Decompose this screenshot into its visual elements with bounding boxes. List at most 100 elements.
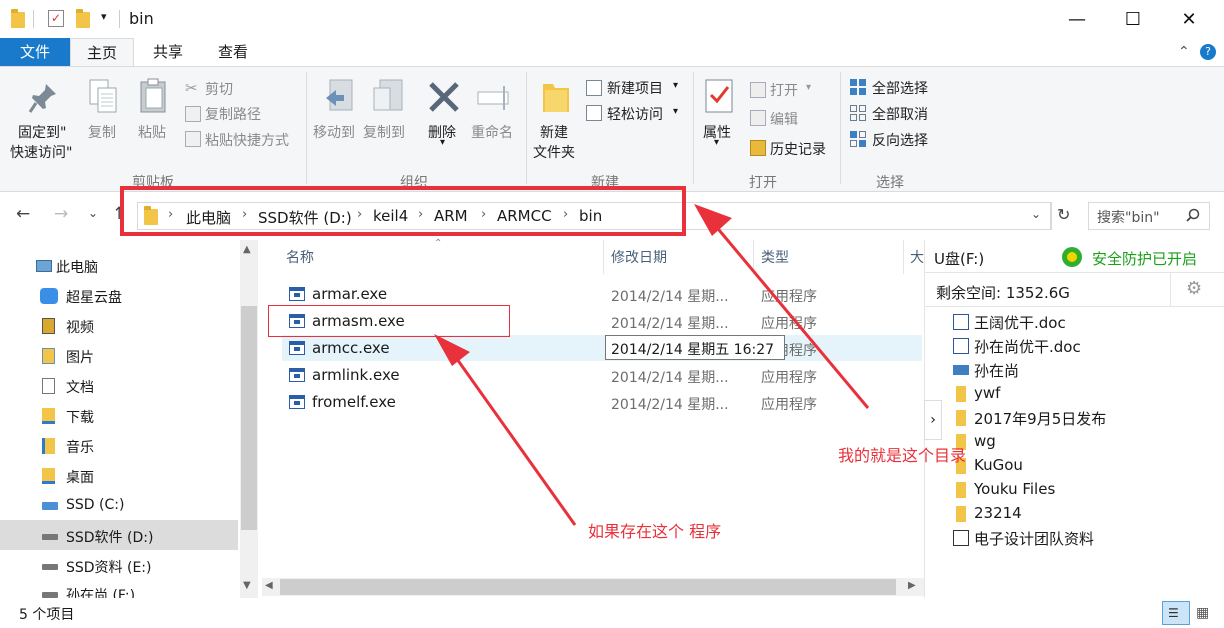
usb-item[interactable]: Youku Files xyxy=(974,480,1055,498)
pin-label-2[interactable]: 快速访问" xyxy=(10,142,72,162)
pin-label[interactable]: 固定到" xyxy=(18,122,66,142)
chevron-down-icon[interactable]: ▾ xyxy=(440,137,445,148)
chevron-down-icon[interactable]: ▾ xyxy=(806,82,811,93)
file-name[interactable]: armcc.exe xyxy=(312,339,390,357)
folder-icon xyxy=(11,9,25,28)
nav-scrollbar-thumb[interactable] xyxy=(241,306,257,530)
sort-ascending-icon: ⌃ xyxy=(434,238,443,249)
open-button[interactable]: 打开 xyxy=(770,80,798,100)
usb-item[interactable]: 2017年9月5日发布 xyxy=(974,408,1106,429)
copy-path-button[interactable]: 复制路径 xyxy=(205,104,261,124)
divider xyxy=(1051,202,1052,230)
chevron-down-icon[interactable]: ▾ xyxy=(673,106,678,117)
tab-file[interactable]: 文件 xyxy=(0,38,70,66)
nav-item-drive-f[interactable]: 孙在尚 (F:) xyxy=(30,580,240,598)
usb-item[interactable]: 孙在尚 xyxy=(974,360,1019,381)
address-dropdown-icon[interactable]: ⌄ xyxy=(1031,207,1041,221)
usb-item[interactable]: wg xyxy=(974,432,996,450)
move-to-button[interactable]: 移动到 xyxy=(313,122,355,142)
search-icon[interactable] xyxy=(1186,208,1200,222)
usb-item[interactable]: 电子设计团队资料 xyxy=(974,528,1094,549)
expand-panel-chevron-icon[interactable]: › xyxy=(924,400,942,440)
tab-view[interactable]: 查看 xyxy=(204,38,262,66)
nav-item-downloads[interactable]: 下载 xyxy=(30,402,240,430)
new-folder-button[interactable]: 新建 xyxy=(540,122,568,142)
usb-item[interactable]: KuGou xyxy=(974,456,1023,474)
gear-icon[interactable]: ⚙ xyxy=(1186,278,1202,299)
edit-icon xyxy=(750,110,766,126)
file-name[interactable]: armlink.exe xyxy=(312,366,400,384)
scroll-right-icon[interactable]: ▶ xyxy=(908,580,916,591)
usb-item[interactable]: 王阔优干.doc xyxy=(974,312,1066,333)
copy-button[interactable]: 复制 xyxy=(88,122,116,142)
file-name[interactable]: armar.exe xyxy=(312,285,387,303)
annotation-program-note: 如果存在这个 程序 xyxy=(588,522,722,541)
select-none-icon xyxy=(850,105,866,121)
pin-icon[interactable] xyxy=(28,82,58,114)
list-lines-icon: ☰ xyxy=(1168,606,1179,620)
open-group-label: 打开 xyxy=(749,175,777,191)
forward-arrow-icon[interactable]: → xyxy=(54,204,68,224)
horizontal-scrollbar-thumb[interactable] xyxy=(280,579,896,595)
collapse-ribbon-icon[interactable]: ⌃ xyxy=(1178,44,1190,60)
paste-shortcut-button[interactable]: 粘贴快捷方式 xyxy=(205,130,289,150)
chevron-down-icon[interactable]: ▾ xyxy=(673,80,678,91)
history-button[interactable]: 历史记录 xyxy=(770,139,826,159)
invert-selection-button[interactable]: 反向选择 xyxy=(872,130,928,150)
new-folder-icon xyxy=(543,84,569,112)
tab-home[interactable]: 主页 xyxy=(70,38,134,66)
large-icons-view-icon[interactable]: ▦ xyxy=(1196,605,1209,621)
nav-item-drive-d[interactable]: SSD软件 (D:) xyxy=(30,522,240,550)
properties-quick-icon[interactable]: ✓ xyxy=(48,10,64,27)
column-size[interactable]: 大 xyxy=(910,247,924,267)
copy-to-button[interactable]: 复制到 xyxy=(363,122,405,142)
nav-item-documents[interactable]: 文档 xyxy=(30,372,240,400)
file-name[interactable]: fromelf.exe xyxy=(312,393,396,411)
customize-toolbar-icon[interactable]: ▾ xyxy=(101,10,107,23)
copy-icon xyxy=(89,79,117,113)
nav-item-this-pc[interactable]: 此电脑 xyxy=(30,252,240,280)
folder-icon xyxy=(956,386,966,402)
picture-icon xyxy=(42,348,55,364)
nav-item-video[interactable]: 视频 xyxy=(30,312,240,340)
protection-status[interactable]: 安全防护已开启 xyxy=(1092,248,1197,269)
minimize-button[interactable]: — xyxy=(1054,0,1100,38)
new-item-button[interactable]: 新建项目 xyxy=(607,78,663,98)
move-to-icon xyxy=(326,79,353,111)
column-date[interactable]: 修改日期 xyxy=(611,247,667,267)
back-arrow-icon[interactable]: ← xyxy=(16,204,30,224)
divider xyxy=(924,306,1224,307)
rename-button[interactable]: 重命名 xyxy=(471,122,513,142)
usb-item[interactable]: 孙在尚优干.doc xyxy=(974,336,1081,357)
new-folder-quick-icon[interactable] xyxy=(76,9,90,28)
tab-share[interactable]: 共享 xyxy=(140,38,196,66)
nav-item-drive-c[interactable]: SSD (C:) xyxy=(30,492,240,520)
nav-item-pictures[interactable]: 图片 xyxy=(30,342,240,370)
help-icon[interactable]: ? xyxy=(1200,44,1216,60)
nav-item-cloud-drive[interactable]: 超星云盘 xyxy=(30,282,240,310)
exe-icon xyxy=(289,395,305,409)
select-all-button[interactable]: 全部选择 xyxy=(872,78,928,98)
easy-access-button[interactable]: 轻松访问 xyxy=(607,104,663,124)
column-name[interactable]: 名称 xyxy=(286,247,314,267)
edit-button[interactable]: 编辑 xyxy=(770,109,798,129)
close-button[interactable]: ✕ xyxy=(1166,0,1212,38)
paste-button[interactable]: 粘贴 xyxy=(138,122,166,142)
new-folder-label-2[interactable]: 文件夹 xyxy=(533,142,575,162)
nav-item-music[interactable]: 音乐 xyxy=(30,432,240,460)
chevron-down-icon[interactable]: ▾ xyxy=(714,137,719,148)
recent-locations-chevron-icon[interactable]: ⌄ xyxy=(88,206,98,220)
refresh-icon[interactable]: ↻ xyxy=(1057,205,1070,224)
usb-item[interactable]: 23214 xyxy=(974,504,1022,522)
cut-button[interactable]: 剪切 xyxy=(205,79,233,99)
scroll-down-icon[interactable]: ▼ xyxy=(243,580,251,591)
maximize-button[interactable]: ☐ xyxy=(1110,0,1156,38)
nav-item-desktop[interactable]: 桌面 xyxy=(30,462,240,490)
nav-item-drive-e[interactable]: SSD资料 (E:) xyxy=(30,552,240,580)
usb-item[interactable]: ywf xyxy=(974,384,1000,402)
scroll-up-icon[interactable]: ▲ xyxy=(243,244,251,255)
folder-icon xyxy=(956,410,966,426)
select-none-button[interactable]: 全部取消 xyxy=(872,104,928,124)
scroll-left-icon[interactable]: ◀ xyxy=(265,580,273,591)
video-icon xyxy=(42,318,55,334)
